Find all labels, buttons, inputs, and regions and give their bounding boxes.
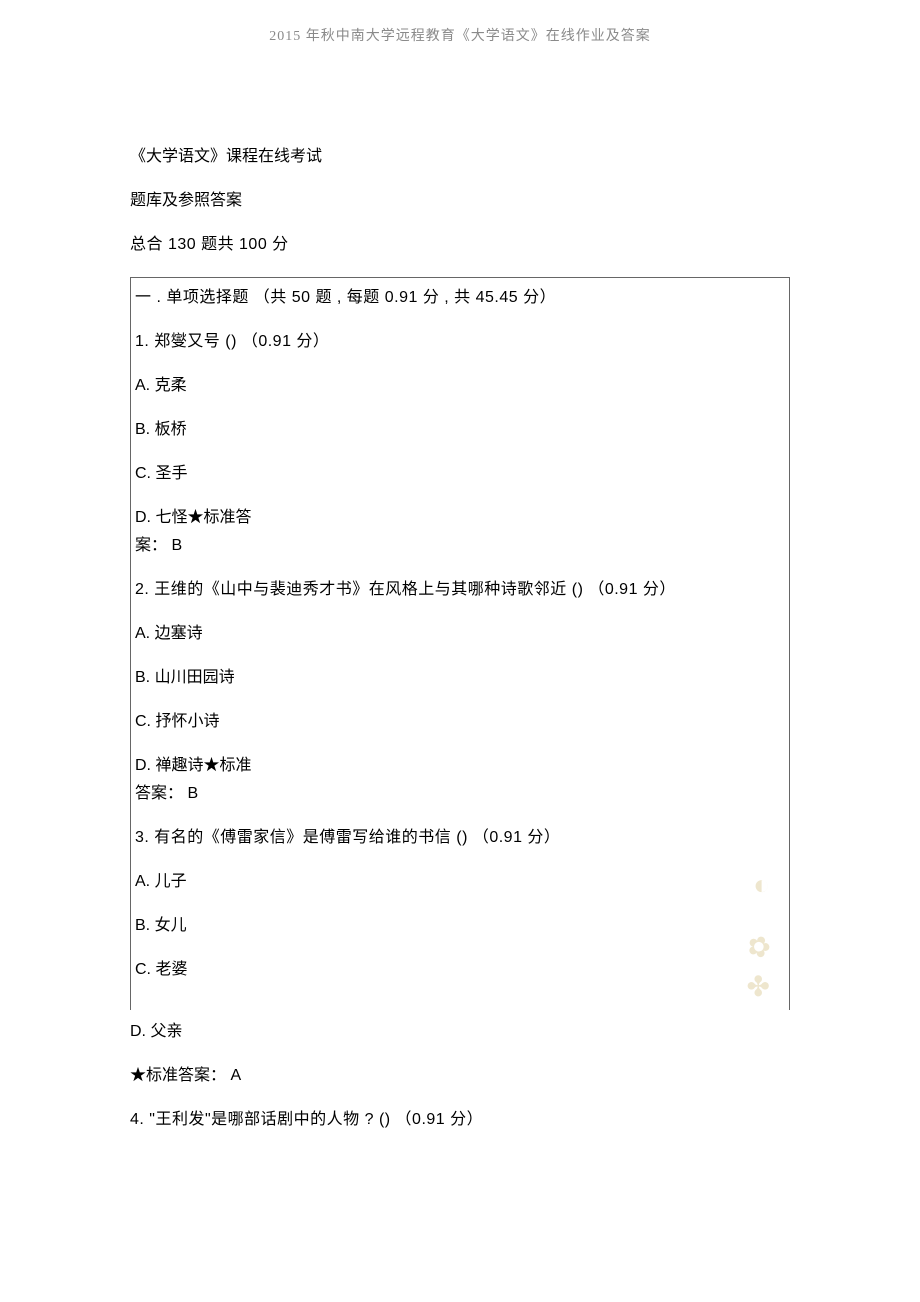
q2-option-c: C. 抒怀小诗 xyxy=(131,710,789,734)
q2-option-d-answer-1: D. 禅趣诗★标准 xyxy=(131,754,789,778)
doc-subtitle: 题库及参照答案 xyxy=(130,189,790,213)
q4-text: 4. "王利发"是哪部话剧中的人物 ? () （0.91 分） xyxy=(130,1108,790,1132)
question-block: 一 . 单项选择题 （共 50 题 , 每题 0.91 分 , 共 45.45 … xyxy=(130,277,790,1010)
q3-answer: ★标准答案： A xyxy=(130,1064,790,1088)
q1-option-b: B. 板桥 xyxy=(131,418,789,442)
q1-text: 1. 郑燮又号 () （0.91 分） xyxy=(131,330,789,354)
q3-option-b: B. 女儿 xyxy=(131,914,789,938)
q3-option-d: D. 父亲 xyxy=(130,1020,790,1044)
q2-option-b: B. 山川田园诗 xyxy=(131,666,789,690)
q1-option-d-answer-2: 案： B xyxy=(131,534,789,558)
total-line: 总合 130 题共 100 分 xyxy=(130,233,790,257)
q3-option-c: C. 老婆 xyxy=(131,958,789,982)
q3-text: 3. 有名的《傅雷家信》是傅雷写给谁的书信 () （0.91 分） xyxy=(131,826,789,850)
q1-option-a: A. 克柔 xyxy=(131,374,789,398)
document-page: 2015 年秋中南大学远程教育《大学语文》在线作业及答案 《大学语文》课程在线考… xyxy=(0,0,920,1192)
q1-option-d-answer-1: D. 七怪★标准答 xyxy=(131,506,789,530)
section-header: 一 . 单项选择题 （共 50 题 , 每题 0.91 分 , 共 45.45 … xyxy=(131,286,789,310)
q1-option-c: C. 圣手 xyxy=(131,462,789,486)
q3-option-a: A. 儿子 xyxy=(131,870,789,894)
q2-text: 2. 王维的《山中与裴迪秀才书》在风格上与其哪种诗歌邻近 () （0.91 分） xyxy=(131,578,789,602)
page-header: 2015 年秋中南大学远程教育《大学语文》在线作业及答案 xyxy=(130,25,790,45)
q2-option-a: A. 边塞诗 xyxy=(131,622,789,646)
q2-option-d-answer-2: 答案： B xyxy=(131,782,789,806)
doc-title: 《大学语文》课程在线考试 xyxy=(130,145,790,169)
